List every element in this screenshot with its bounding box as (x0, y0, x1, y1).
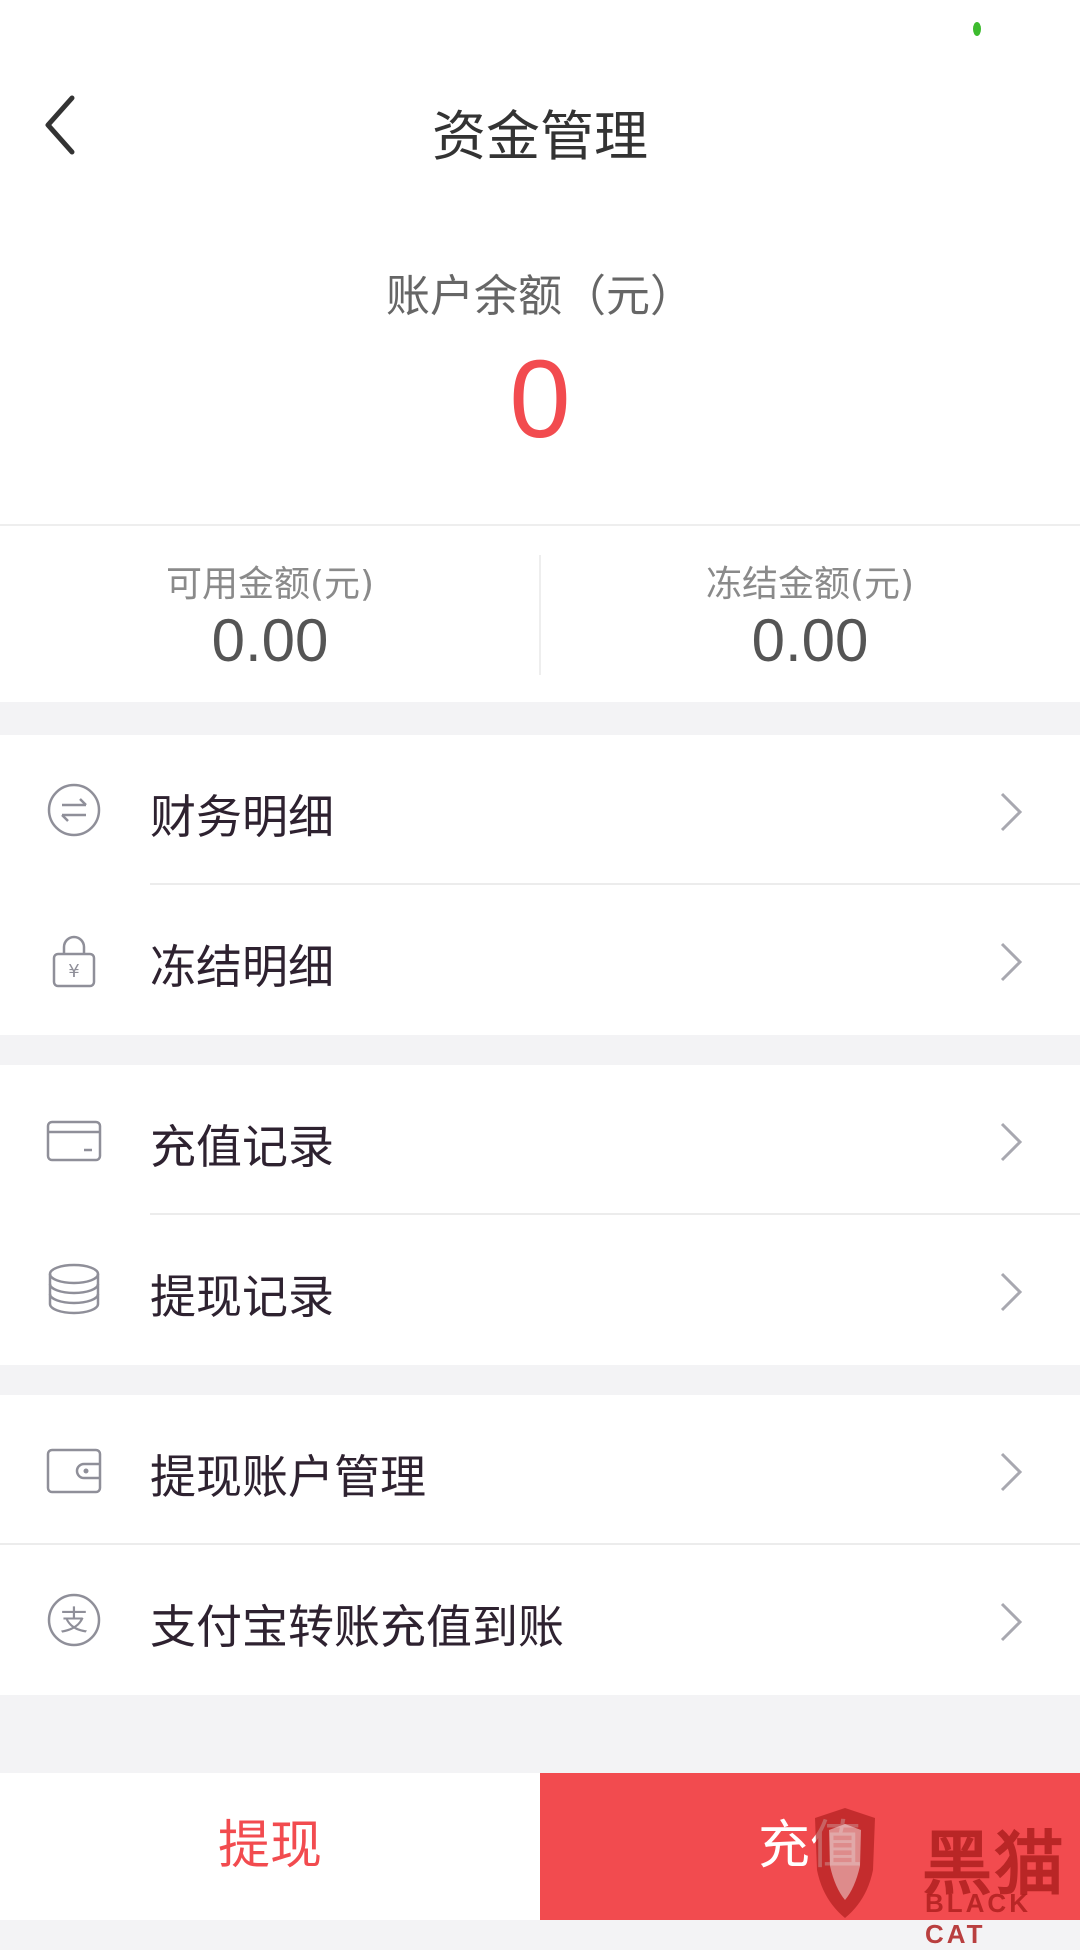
menu-item-withdraw-account[interactable]: 提现账户管理 (0, 1395, 1080, 1545)
chevron-right-icon (1000, 1272, 1023, 1312)
watermark-subtext: BLACK CAT (925, 1888, 1031, 1949)
chevron-right-icon (1000, 1602, 1023, 1642)
balance-label: 账户余额（元） (386, 271, 694, 322)
menu-group-accounts: 提现账户管理 支 支付宝转账充值到账 (0, 1395, 1080, 1695)
wallet-icon (46, 1448, 102, 1494)
page-title: 资金管理 (432, 105, 648, 168)
coins-stack-icon (48, 1263, 100, 1315)
menu-label: 支付宝转账充值到账 (150, 1600, 564, 1654)
menu-item-withdraw-records[interactable]: 提现记录 (0, 1215, 1080, 1365)
menu-label: 提现记录 (150, 1270, 334, 1324)
menu-item-recharge-records[interactable]: 充值记录 (0, 1065, 1080, 1215)
chevron-right-icon (1000, 1122, 1023, 1162)
available-amount-label: 可用金额(元) (165, 564, 375, 605)
menu-item-finance-details[interactable]: 财务明细 (0, 735, 1080, 885)
chevron-right-icon (1000, 1452, 1023, 1492)
balance-value: 0 (509, 338, 571, 461)
lock-yuan-icon: ¥ (52, 935, 96, 988)
chevron-right-icon (1000, 942, 1023, 982)
menu-group-records: 充值记录 提现记录 (0, 1065, 1080, 1365)
withdraw-button[interactable]: 提现 (0, 1773, 540, 1920)
menu-label: 冻结明细 (150, 940, 334, 994)
alipay-icon: 支 (47, 1593, 101, 1647)
status-indicator (973, 22, 981, 36)
frozen-amount-value: 0.00 (751, 607, 869, 674)
transfer-icon (47, 783, 101, 837)
divider (0, 524, 1080, 526)
available-amount-value: 0.00 (211, 607, 329, 674)
menu-item-frozen-details[interactable]: ¥ 冻结明细 (0, 885, 1080, 1035)
card-icon (46, 1120, 102, 1162)
frozen-amount-label: 冻结金额(元) (705, 564, 915, 605)
menu-group-details: 财务明细 ¥ 冻结明细 (0, 735, 1080, 1035)
svg-text:¥: ¥ (68, 961, 79, 982)
chevron-right-icon (1000, 792, 1023, 832)
svg-text:支: 支 (60, 1604, 88, 1637)
menu-label: 财务明细 (150, 790, 334, 844)
menu-item-alipay-transfer[interactable]: 支 支付宝转账充值到账 (0, 1545, 1080, 1695)
account-overview: 资金管理 账户余额（元） 0 可用金额(元) 0.00 冻结金额(元) 0.00 (0, 0, 1080, 702)
menu-label: 提现账户管理 (150, 1450, 426, 1504)
menu-label: 充值记录 (150, 1120, 334, 1174)
